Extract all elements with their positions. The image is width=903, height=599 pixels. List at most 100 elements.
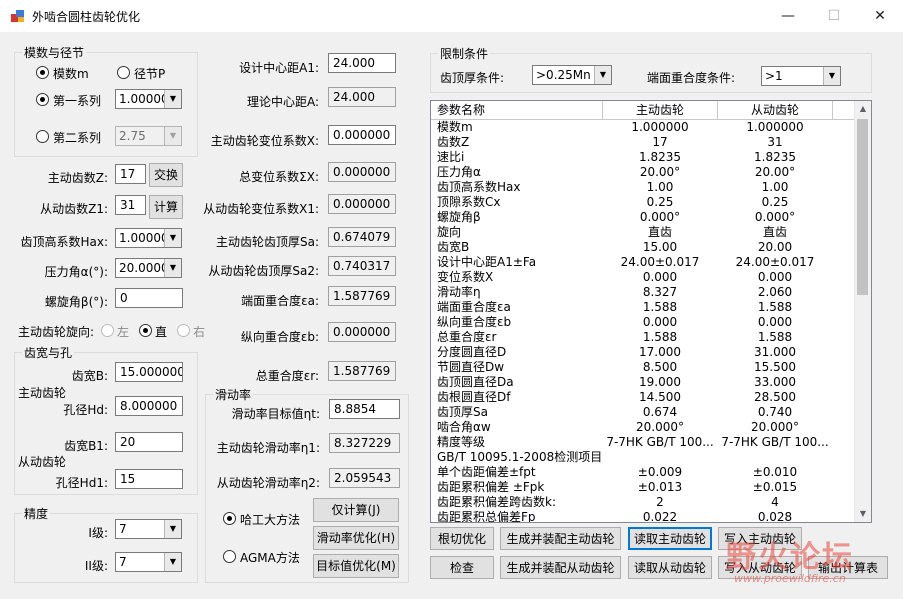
driving-teeth-input[interactable]: 17 [115, 164, 146, 184]
helix-angle-input[interactable]: 0 [115, 288, 183, 308]
param-name-cell: 齿距累积偏差 ±Fpk [437, 480, 545, 494]
target-optimize-button[interactable]: 目标值优化(M) [313, 554, 399, 578]
tip-condition-label: 齿顶厚条件: [440, 71, 505, 85]
table-row[interactable]: 纵向重合度εb 0.000 0.000 [431, 315, 855, 330]
width-b1-input[interactable]: 20 [115, 432, 183, 452]
table-row[interactable]: 分度圆直径D 17.000 31.000 [431, 345, 855, 360]
undercut-optimize-button[interactable]: 根切优化 [430, 527, 494, 550]
pressure-angle-select[interactable]: 20.0000 ▼ [115, 258, 182, 278]
chevron-down-icon[interactable]: ▼ [164, 259, 181, 277]
bore-hd1-input[interactable]: 15 [115, 469, 183, 489]
param-name-cell: 纵向重合度εb [437, 315, 512, 329]
table-row[interactable]: 旋向 直齿 直齿 [431, 225, 855, 240]
slip-group-title: 滑动率 [213, 386, 254, 403]
chevron-down-icon[interactable]: ▼ [823, 67, 840, 85]
scroll-down-icon[interactable]: ▼ [855, 506, 871, 522]
param-name-cell: 设计中心距A1±Fa [437, 255, 537, 269]
method-hit-radio[interactable] [223, 512, 236, 525]
chevron-down-icon[interactable]: ▼ [164, 553, 181, 571]
swap-button[interactable]: 交换 [149, 163, 183, 187]
scroll-up-icon[interactable]: ▲ [855, 101, 871, 117]
table-row[interactable]: 总重合度εr 1.588 1.588 [431, 330, 855, 345]
slip-target-input[interactable]: 8.8854 [329, 399, 400, 419]
driven-value-cell: 2.060 [757, 285, 793, 299]
table-row[interactable]: 齿宽B 15.00 20.00 [431, 240, 855, 255]
param-name-cell: 齿数Z [437, 135, 470, 149]
grade2-select[interactable]: 7 ▼ [115, 552, 182, 572]
minimize-button[interactable]: — [765, 0, 811, 32]
driven-value-cell: 20.00 [757, 240, 793, 254]
method-agma-radio[interactable] [223, 550, 236, 563]
overlap-condition-select[interactable]: >1 ▼ [761, 66, 841, 86]
driven-teeth-input[interactable]: 31 [115, 195, 146, 215]
table-row[interactable]: 节圆直径Dw 8.500 15.500 [431, 360, 855, 375]
calc-button[interactable]: 计算 [149, 195, 183, 219]
table-row[interactable]: 单个齿距偏差±fpt ±0.009 ±0.010 [431, 465, 855, 480]
results-table[interactable]: 参数名称 主动齿轮 从动齿轮 模数m 1.000000 1.000000 齿数Z 17 3… [430, 100, 872, 523]
table-row[interactable]: 速比i 1.8235 1.8235 [431, 150, 855, 165]
drive-shift-input[interactable]: 0.000000 [328, 125, 396, 145]
table-row[interactable]: 螺旋角β 0.000° 0.000° [431, 210, 855, 225]
chevron-down-icon[interactable]: ▼ [594, 66, 611, 84]
driven-value-cell: 0.740 [757, 405, 793, 419]
chevron-down-icon[interactable]: ▼ [164, 90, 181, 108]
bore-hd-input[interactable]: 8.000000 [115, 396, 183, 416]
header-param[interactable]: 参数名称 [431, 101, 603, 119]
calc-only-button[interactable]: 仅计算(J) [313, 498, 399, 522]
chevron-down-icon[interactable]: ▼ [164, 229, 181, 247]
width-b-input[interactable]: 15.000000 [115, 362, 183, 382]
read-driven-gear-button[interactable]: 读取从动齿轮 [628, 556, 712, 579]
table-row[interactable]: 顶隙系数Cx 0.25 0.25 [431, 195, 855, 210]
table-row[interactable]: 齿顶厚Sa 0.674 0.740 [431, 405, 855, 420]
table-row[interactable]: 模数m 1.000000 1.000000 [431, 120, 855, 135]
table-row[interactable]: GB/T 10095.1-2008检测项目 [431, 450, 855, 465]
header-driving[interactable]: 主动齿轮 [603, 101, 718, 119]
table-row[interactable]: 变位系数X 0.000 0.000 [431, 270, 855, 285]
close-button[interactable]: ✕ [857, 0, 903, 32]
vertical-scrollbar[interactable]: ▲ ▼ [854, 101, 871, 522]
chevron-down-icon[interactable]: ▼ [164, 520, 181, 538]
grade1-select[interactable]: 7 ▼ [115, 519, 182, 539]
addendum-label: 齿顶高系数Hax: [20, 235, 108, 249]
grade1-label: I级: [88, 526, 108, 540]
gen-driven-gear-button[interactable]: 生成并装配从动齿轮 [500, 556, 621, 579]
driven-value-cell: 28.500 [754, 390, 796, 404]
series2-radio[interactable] [36, 130, 49, 143]
series1-value: 1.00000 [119, 92, 169, 106]
addendum-select[interactable]: 1.00000 ▼ [115, 228, 182, 248]
scroll-thumb[interactable] [857, 119, 868, 295]
table-row[interactable]: 设计中心距A1±Fa 24.00±0.017 24.00±0.017 [431, 255, 855, 270]
check-button[interactable]: 检查 [430, 556, 494, 579]
driven-value-cell: 20.000° [751, 420, 799, 434]
series1-radio[interactable] [36, 93, 49, 106]
driving-value-cell: 0.674 [642, 405, 678, 419]
gen-drive-gear-button[interactable]: 生成并装配主动齿轮 [500, 527, 621, 550]
table-row[interactable]: 齿距累积总偏差Fp 0.022 0.028 [431, 510, 855, 522]
param-name-cell: 旋向 [437, 225, 462, 239]
maximize-button[interactable]: ☐ [811, 0, 857, 32]
rotation-straight-radio[interactable] [139, 324, 152, 337]
modulus-radio[interactable] [36, 66, 49, 79]
slip-target-label: 滑动率目标值ηt: [231, 407, 320, 421]
tip-condition-value: >0.25Mn [536, 68, 591, 82]
table-row[interactable]: 啮合角αw 20.000° 20.000° [431, 420, 855, 435]
table-row[interactable]: 齿距累积偏差跨齿数k: 2 4 [431, 495, 855, 510]
design-center-input[interactable]: 24.000 [328, 53, 396, 73]
table-row[interactable]: 端面重合度εa 1.588 1.588 [431, 300, 855, 315]
table-row[interactable]: 滑动率η 8.327 2.060 [431, 285, 855, 300]
total-overlap-value: 1.587769 [328, 361, 396, 381]
table-row[interactable]: 压力角α 20.00° 20.00° [431, 165, 855, 180]
table-row[interactable]: 齿根圆直径Df 14.500 28.500 [431, 390, 855, 405]
tip-condition-select[interactable]: >0.25Mn ▼ [532, 65, 612, 85]
slip-optimize-button[interactable]: 滑动率优化(H) [313, 526, 399, 550]
table-row[interactable]: 齿距累积偏差 ±Fpk ±0.013 ±0.015 [431, 480, 855, 495]
series1-select[interactable]: 1.00000 ▼ [115, 89, 182, 109]
diametral-pitch-radio[interactable] [117, 66, 130, 79]
table-row[interactable]: 齿顶圆直径Da 19.000 33.000 [431, 375, 855, 390]
read-drive-gear-button[interactable]: 读取主动齿轮 [628, 527, 712, 550]
header-driven[interactable]: 从动齿轮 [718, 101, 833, 119]
table-row[interactable]: 精度等级 7-7HK GB/T 100... 7-7HK GB/T 100... [431, 435, 855, 450]
table-row[interactable]: 齿数Z 17 31 [431, 135, 855, 150]
drive-shift-label: 主动齿轮变位系数X: [210, 134, 319, 148]
table-row[interactable]: 齿顶高系数Hax 1.00 1.00 [431, 180, 855, 195]
